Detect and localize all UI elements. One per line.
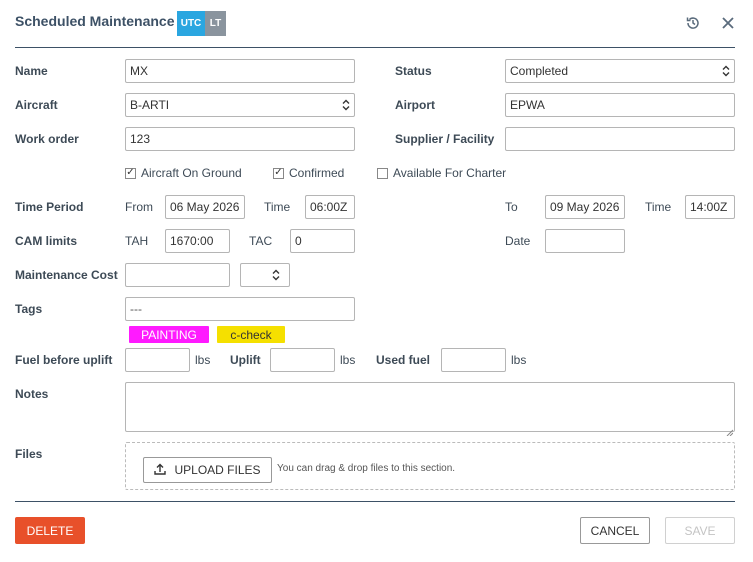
status-label: Status bbox=[395, 64, 432, 78]
timezone-lt-toggle[interactable]: LT bbox=[205, 11, 226, 36]
chevron-updown-icon bbox=[342, 99, 350, 111]
uplift-label: Uplift bbox=[230, 353, 261, 367]
confirmed-label: Confirmed bbox=[289, 166, 345, 180]
save-button[interactable]: SAVE bbox=[665, 517, 735, 544]
tag-c-check[interactable]: c-check bbox=[217, 326, 285, 343]
fuel-before-uplift-label: Fuel before uplift bbox=[15, 353, 113, 367]
checkbox-checked-icon: ✓ bbox=[125, 167, 136, 179]
supplier-label: Supplier / Facility bbox=[395, 132, 495, 146]
cam-date-input[interactable] bbox=[545, 229, 625, 253]
available-for-charter-checkbox[interactable]: Available For Charter bbox=[377, 166, 506, 180]
work-order-input[interactable]: 123 bbox=[125, 127, 355, 151]
checkbox-checked-icon: ✓ bbox=[273, 167, 284, 179]
checkbox-unchecked-icon bbox=[377, 167, 388, 179]
header-divider bbox=[15, 47, 735, 48]
history-icon[interactable] bbox=[684, 14, 702, 32]
aircraft-value: B-ARTI bbox=[130, 98, 170, 112]
tags-input[interactable]: --- bbox=[125, 297, 355, 321]
to-label: To bbox=[505, 200, 518, 214]
tah-input[interactable]: 1670:00 bbox=[165, 229, 230, 253]
upload-files-label: UPLOAD FILES bbox=[174, 463, 261, 477]
from-date-input[interactable]: 06 May 2026 bbox=[165, 195, 245, 219]
cancel-button[interactable]: CANCEL bbox=[580, 517, 650, 544]
aircraft-on-ground-label: Aircraft On Ground bbox=[141, 166, 242, 180]
name-input[interactable]: MX bbox=[125, 59, 355, 83]
from-time-input[interactable]: 06:00Z bbox=[305, 195, 355, 219]
tac-label: TAC bbox=[249, 234, 273, 248]
chevron-updown-icon bbox=[272, 269, 280, 281]
to-time-input[interactable]: 14:00Z bbox=[685, 195, 735, 219]
tags-label: Tags bbox=[15, 302, 43, 316]
uplift-unit: lbs bbox=[340, 353, 356, 367]
time-period-label: Time Period bbox=[15, 200, 84, 214]
uplift-input[interactable] bbox=[270, 348, 335, 372]
tah-label: TAH bbox=[125, 234, 149, 248]
upload-files-button[interactable]: UPLOAD FILES bbox=[143, 457, 272, 483]
notes-textarea[interactable] bbox=[125, 382, 735, 432]
available-for-charter-label: Available For Charter bbox=[393, 166, 507, 180]
used-fuel-unit: lbs bbox=[511, 353, 527, 367]
aircraft-select[interactable]: B-ARTI bbox=[125, 93, 355, 117]
upload-icon bbox=[154, 463, 167, 478]
used-fuel-input[interactable] bbox=[441, 348, 506, 372]
resize-handle-icon[interactable] bbox=[726, 423, 734, 437]
fuel-before-input[interactable] bbox=[125, 348, 190, 372]
supplier-input[interactable] bbox=[505, 127, 735, 151]
status-select[interactable]: Completed bbox=[505, 59, 735, 83]
from-time-label: Time bbox=[264, 200, 291, 214]
to-time-label: Time bbox=[645, 200, 672, 214]
work-order-label: Work order bbox=[15, 132, 79, 146]
from-label: From bbox=[125, 200, 153, 214]
aircraft-on-ground-checkbox[interactable]: ✓ Aircraft On Ground bbox=[125, 166, 242, 180]
files-label: Files bbox=[15, 447, 43, 461]
delete-button[interactable]: DELETE bbox=[15, 517, 85, 544]
dropzone-hint: You can drag & drop files to this sectio… bbox=[277, 463, 456, 474]
maintenance-cost-input[interactable] bbox=[125, 263, 230, 287]
tac-input[interactable]: 0 bbox=[290, 229, 355, 253]
close-icon[interactable] bbox=[719, 14, 737, 32]
status-value: Completed bbox=[510, 64, 569, 78]
footer-divider bbox=[15, 501, 735, 502]
airport-label: Airport bbox=[395, 98, 435, 112]
maintenance-cost-label: Maintenance Cost bbox=[15, 268, 118, 282]
aircraft-label: Aircraft bbox=[15, 98, 58, 112]
timezone-utc-toggle[interactable]: UTC bbox=[177, 11, 205, 36]
currency-select[interactable] bbox=[240, 263, 290, 287]
cam-limits-label: CAM limits bbox=[15, 234, 78, 248]
confirmed-checkbox[interactable]: ✓ Confirmed bbox=[273, 166, 344, 180]
dialog-title: Scheduled Maintenance bbox=[15, 13, 175, 29]
fuel-before-unit: lbs bbox=[195, 353, 211, 367]
name-label: Name bbox=[15, 64, 48, 78]
chevron-updown-icon bbox=[722, 65, 730, 77]
date-label: Date bbox=[505, 234, 531, 248]
notes-label: Notes bbox=[15, 387, 49, 401]
airport-input[interactable]: EPWA bbox=[505, 93, 735, 117]
used-fuel-label: Used fuel bbox=[376, 353, 431, 367]
tag-painting[interactable]: PAINTING bbox=[129, 326, 209, 343]
to-date-input[interactable]: 09 May 2026 bbox=[545, 195, 625, 219]
